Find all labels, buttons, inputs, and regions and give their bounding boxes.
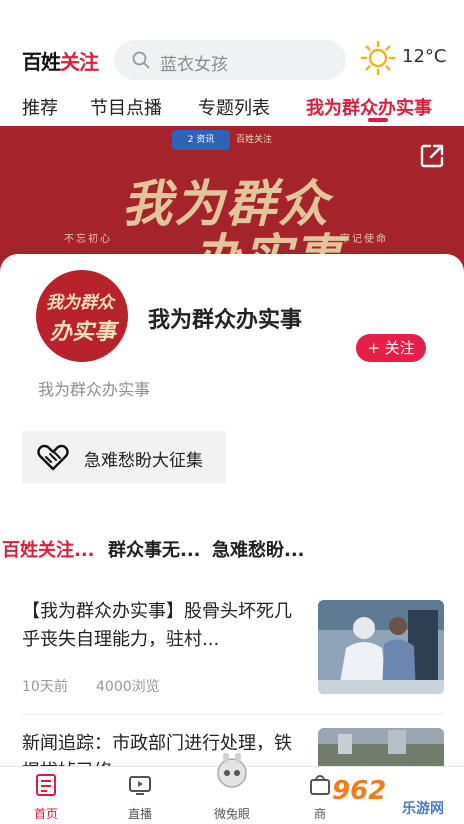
weather-temp: 12°C bbox=[402, 46, 447, 67]
sun-icon bbox=[360, 40, 396, 76]
weather-widget[interactable]: 12°C bbox=[360, 40, 460, 76]
watermark-brand: 962 bbox=[332, 776, 387, 806]
rabbit-icon bbox=[217, 753, 247, 788]
news-title: 新闻追踪：市政部门进行处理，铁棍拔掉已修... bbox=[22, 733, 292, 768]
top-tabs: 推荐 节目点播 专题列表 我为群众办实事 bbox=[0, 90, 464, 126]
avatar-text-2: 办实事 bbox=[50, 319, 117, 345]
tv-icon bbox=[129, 776, 151, 795]
news-title: 【我为群众办实事】股骨头坏死几乎丧失自理能力，驻村... bbox=[22, 601, 292, 650]
search-bar[interactable]: 蓝衣女孩 bbox=[114, 40, 346, 80]
watermark-sub: 乐游网 bbox=[402, 801, 444, 817]
nav-rabbit-eye-label: 微兔眼 bbox=[213, 807, 250, 821]
banner-logo-left: 2 资讯 bbox=[172, 130, 230, 150]
logo-part2: 关注 bbox=[60, 50, 99, 74]
news-time: 10天前 bbox=[22, 679, 68, 695]
tab-topics[interactable]: 专题列表 bbox=[198, 94, 270, 120]
tab-programs[interactable]: 节目点播 bbox=[90, 94, 162, 120]
tab-serve-people[interactable]: 我为群众办实事 bbox=[306, 94, 432, 120]
news-divider bbox=[22, 714, 444, 715]
subtab-1[interactable]: 百姓关注... bbox=[2, 536, 95, 562]
channel-description: 我为群众办实事 bbox=[38, 380, 151, 399]
banner-slogan-right: 牢记使命 bbox=[340, 234, 388, 245]
topic-tag-label: 急难愁盼大征集 bbox=[84, 451, 203, 471]
search-placeholder: 蓝衣女孩 bbox=[160, 55, 228, 75]
active-tab-indicator bbox=[368, 118, 388, 122]
banner-logo-right: 百姓关注 bbox=[236, 135, 273, 145]
banner-slogan-left: 不忘初心 bbox=[64, 234, 112, 245]
channel-title: 我为群众办实事 bbox=[148, 308, 303, 333]
avatar-text-1: 我为群众 bbox=[46, 293, 114, 313]
site-watermark: 962 乐游网 bbox=[332, 776, 458, 820]
nav-home-label: 首页 bbox=[33, 807, 58, 821]
share-icon[interactable] bbox=[418, 142, 446, 170]
nav-live[interactable]: 直播 bbox=[100, 767, 180, 824]
tab-recommend[interactable]: 推荐 bbox=[22, 94, 58, 120]
search-icon bbox=[132, 51, 150, 69]
channel-avatar: 我为群众 办实事 bbox=[36, 270, 128, 362]
header: 百姓关注 蓝衣女孩 12°C bbox=[0, 0, 464, 90]
nav-live-label: 直播 bbox=[127, 807, 152, 821]
news-views: 4000浏览 bbox=[96, 679, 160, 695]
nav-home[interactable]: 首页 bbox=[6, 767, 86, 824]
subtab-2[interactable]: 群众事无... bbox=[108, 536, 201, 562]
follow-button[interactable]: + 关注 bbox=[356, 334, 426, 362]
shop-icon bbox=[310, 775, 330, 795]
topic-tag[interactable]: 急难愁盼大征集 bbox=[22, 431, 226, 483]
logo-part1: 百姓 bbox=[22, 50, 61, 74]
news-thumbnail bbox=[318, 600, 444, 694]
app-logo[interactable]: 百姓关注 bbox=[22, 46, 99, 75]
subtab-3[interactable]: 急难愁盼... bbox=[212, 536, 305, 562]
nav-rabbit-eye[interactable]: 微兔眼 bbox=[192, 753, 272, 824]
news-thumbnail bbox=[318, 728, 444, 766]
home-icon bbox=[36, 774, 56, 796]
heart-hands-icon bbox=[37, 444, 69, 471]
